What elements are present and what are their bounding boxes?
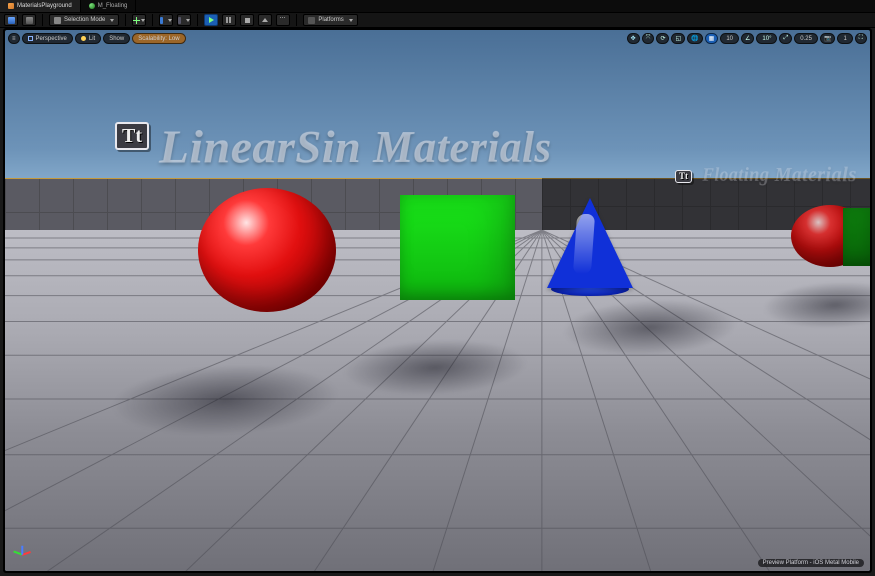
browse-button[interactable] — [22, 14, 36, 26]
world-text-main[interactable]: LinearSin Materials — [159, 119, 552, 174]
separator — [125, 14, 126, 26]
play-icon — [209, 17, 214, 23]
coord-space-button[interactable]: 🌐 — [687, 33, 702, 44]
platforms-dropdown[interactable]: Platforms — [303, 14, 357, 26]
transform-scale-button[interactable]: ◱ — [671, 33, 685, 44]
actor-cube-green-far[interactable] — [843, 208, 870, 266]
actor-sphere-red[interactable] — [198, 188, 336, 312]
tab-bar: MaterialsPlayground M_Floating — [0, 0, 875, 12]
cinematics-icon — [178, 17, 181, 24]
cinematics-button[interactable] — [177, 14, 191, 26]
cam-speed-label: 1 — [843, 36, 846, 42]
text-render-actor-badge[interactable]: Tt — [675, 170, 692, 183]
more-icon — [280, 17, 287, 24]
shadow — [756, 282, 870, 328]
chevron-down-icon — [186, 19, 190, 22]
separator — [42, 14, 43, 26]
tab-materials-playground[interactable]: MaterialsPlayground — [0, 0, 81, 12]
angle-snap-toggle[interactable]: ∠ — [741, 33, 754, 44]
shadow — [553, 300, 747, 355]
actor-cube-green[interactable] — [400, 195, 515, 300]
show-label: Show — [109, 36, 124, 42]
main-toolbar: Selection Mode Platforms — [0, 12, 875, 28]
world-text-secondary[interactable]: Floating Materials — [702, 163, 856, 187]
eject-button[interactable] — [258, 14, 272, 26]
material-icon — [89, 3, 95, 9]
grid-snap-label: 10 — [726, 36, 733, 42]
transform-rotate-button[interactable]: ⟳ — [656, 33, 669, 44]
perspective-label: Perspective — [36, 36, 67, 42]
shadow — [332, 340, 539, 395]
grid-snap-value[interactable]: 10 — [720, 33, 739, 44]
camera-speed-value[interactable]: 1 — [837, 33, 852, 44]
add-content-button[interactable] — [132, 14, 146, 26]
actor-cone-blue[interactable] — [547, 198, 633, 296]
separator — [197, 14, 198, 26]
wall-edge — [5, 178, 542, 179]
viewport-frame: Tt LinearSin Materials Tt Floating Mater… — [3, 28, 872, 573]
transform-select-button[interactable]: ✥ — [627, 33, 640, 44]
blueprints-button[interactable] — [159, 14, 173, 26]
scalability-label: Scalability: Low — [138, 36, 179, 42]
cursor-icon — [54, 17, 61, 24]
surface-snap-toggle[interactable]: ▦ — [705, 33, 719, 44]
plus-icon — [133, 17, 136, 24]
tab-m-floating[interactable]: M_Floating — [81, 0, 137, 12]
scale-snap-value[interactable]: 0.25 — [794, 33, 818, 44]
blueprint-icon — [160, 17, 163, 24]
selection-mode-dropdown[interactable]: Selection Mode — [49, 14, 119, 26]
viewport-maximize-button[interactable]: ⛶ — [855, 33, 867, 44]
shadow — [96, 365, 353, 435]
viewport-options-menu[interactable]: ≡ — [8, 33, 20, 44]
lit-label: Lit — [89, 36, 95, 42]
scale-snap-label: 0.25 — [800, 36, 812, 42]
transform-translate-button[interactable]: ⤧ — [642, 33, 655, 44]
eject-icon — [262, 18, 268, 22]
tab-label: MaterialsPlayground — [17, 3, 72, 9]
save-icon — [8, 17, 15, 24]
pause-frame-button[interactable] — [222, 14, 236, 26]
viewport-lit-dropdown[interactable]: Lit — [75, 33, 101, 44]
preview-platform-hint: Preview Platform - iOS Metal Mobile — [758, 559, 864, 567]
text-render-actor-badge[interactable]: Tt — [115, 122, 149, 150]
chevron-down-icon — [141, 19, 145, 22]
tt-label: Tt — [679, 171, 688, 181]
viewport-scalability-chip[interactable]: Scalability: Low — [132, 33, 185, 44]
stop-button[interactable] — [240, 14, 254, 26]
save-button[interactable] — [4, 14, 18, 26]
camera-speed-button[interactable]: 📷 — [820, 33, 835, 44]
tab-label: M_Floating — [98, 3, 128, 9]
chevron-down-icon — [168, 19, 172, 22]
viewport-show-dropdown[interactable]: Show — [103, 33, 130, 44]
level-icon — [8, 3, 14, 9]
platform-icon — [308, 17, 315, 24]
skip-icon — [226, 17, 233, 24]
platforms-label: Platforms — [318, 17, 343, 23]
separator — [296, 14, 297, 26]
hamburger-icon: ≡ — [12, 36, 16, 42]
play-options-button[interactable] — [276, 14, 290, 26]
chevron-down-icon — [110, 19, 114, 22]
scale-snap-toggle[interactable]: ⤢ — [779, 33, 792, 44]
viewport-toolbar-left: ≡ Perspective Lit Show Scalability: Low — [8, 33, 186, 44]
separator — [152, 14, 153, 26]
tt-label: Tt — [122, 125, 142, 147]
bulb-icon — [81, 36, 86, 41]
level-viewport[interactable]: Tt LinearSin Materials Tt Floating Mater… — [5, 30, 870, 571]
angle-snap-value[interactable]: 10° — [756, 33, 777, 44]
cube-icon — [28, 36, 33, 41]
viewport-toolbar-right: ✥ ⤧ ⟳ ◱ 🌐 ▦ 10 ∠ 10° ⤢ 0.25 📷 1 ⛶ — [627, 33, 867, 44]
selection-mode-label: Selection Mode — [64, 17, 105, 23]
stop-icon — [245, 18, 250, 23]
axis-x-icon — [22, 551, 31, 555]
chevron-down-icon — [349, 19, 353, 22]
axis-gizmo — [11, 543, 33, 565]
folder-icon — [26, 17, 33, 24]
viewport-perspective-dropdown[interactable]: Perspective — [22, 33, 73, 44]
play-button[interactable] — [204, 14, 218, 26]
axis-z-icon — [21, 546, 23, 555]
